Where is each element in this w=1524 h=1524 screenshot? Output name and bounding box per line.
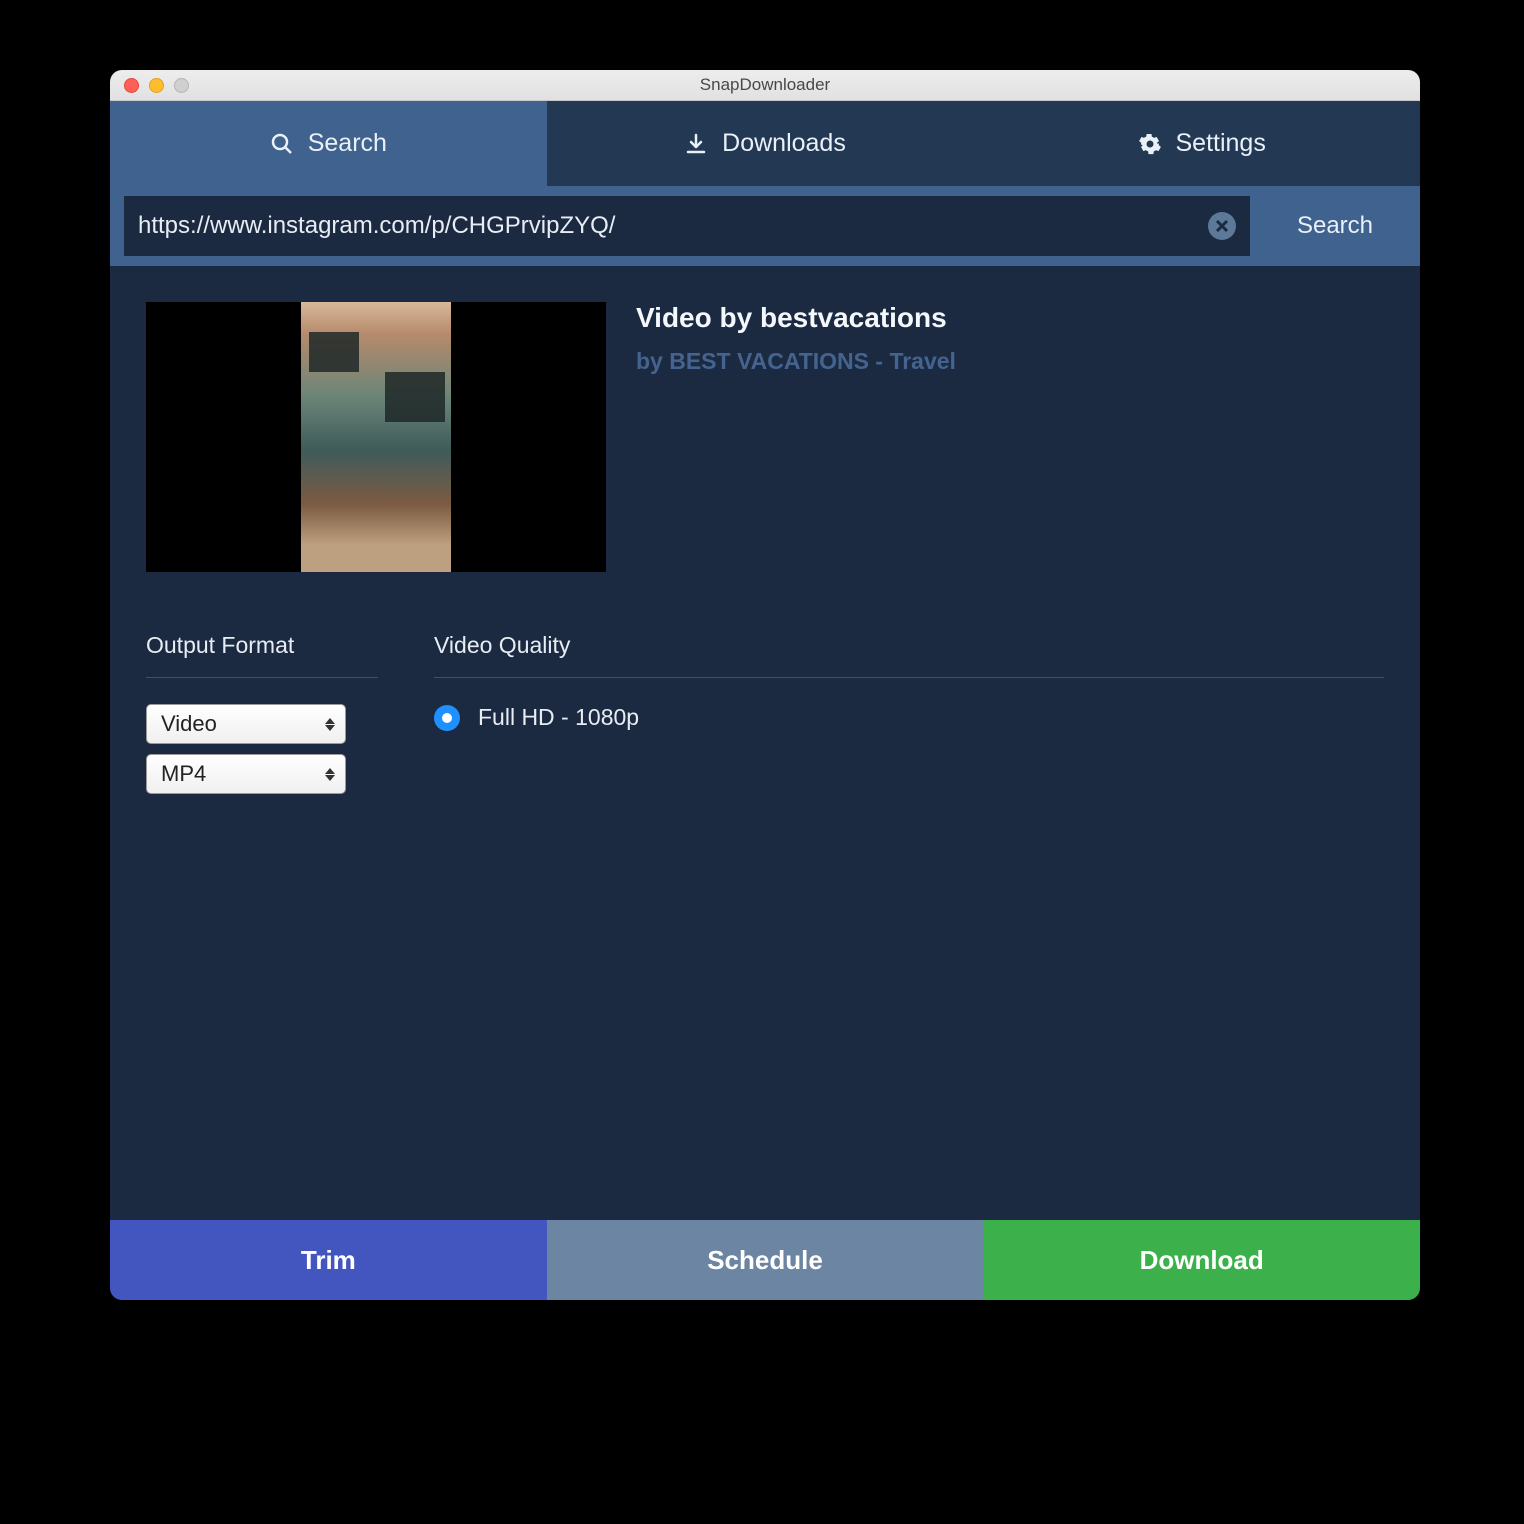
- video-quality-heading: Video Quality: [434, 632, 1384, 678]
- schedule-button[interactable]: Schedule: [547, 1220, 984, 1300]
- format-type-select[interactable]: Video: [146, 704, 346, 744]
- search-bar: Search: [110, 186, 1420, 266]
- tab-search-label: Search: [308, 129, 387, 158]
- window-title: SnapDownloader: [110, 75, 1420, 95]
- video-byline: by BEST VACATIONS - Travel: [636, 348, 956, 375]
- gear-icon: [1138, 132, 1162, 156]
- tab-downloads[interactable]: Downloads: [547, 101, 984, 186]
- options-row: Output Format Video MP4 Video Quality Fu…: [146, 632, 1384, 804]
- quality-option-label: Full HD - 1080p: [478, 704, 639, 731]
- chevron-up-down-icon: [325, 768, 335, 781]
- radio-selected-icon: [434, 705, 460, 731]
- trim-button-label: Trim: [301, 1245, 356, 1276]
- close-icon: [1214, 218, 1230, 234]
- main-tabs: Search Downloads Settings: [110, 101, 1420, 186]
- content-area: Video by bestvacations by BEST VACATIONS…: [110, 266, 1420, 804]
- tab-settings[interactable]: Settings: [983, 101, 1420, 186]
- title-bar: SnapDownloader: [110, 70, 1420, 101]
- url-input-wrap: [124, 196, 1250, 256]
- video-title: Video by bestvacations: [636, 302, 956, 334]
- container-value: MP4: [161, 761, 206, 787]
- download-button[interactable]: Download: [983, 1220, 1420, 1300]
- chevron-up-down-icon: [325, 718, 335, 731]
- tab-downloads-label: Downloads: [722, 129, 846, 158]
- output-format-heading: Output Format: [146, 632, 378, 678]
- app-window: SnapDownloader Search Downloads Settings…: [110, 70, 1420, 1300]
- search-button-label: Search: [1297, 212, 1373, 240]
- format-type-value: Video: [161, 711, 217, 737]
- quality-option-1080p[interactable]: Full HD - 1080p: [434, 704, 1384, 731]
- url-input[interactable]: [138, 212, 1208, 240]
- video-metadata: Video by bestvacations by BEST VACATIONS…: [636, 302, 956, 572]
- video-thumbnail: [146, 302, 606, 572]
- output-format-column: Output Format Video MP4: [146, 632, 378, 804]
- video-quality-column: Video Quality Full HD - 1080p: [434, 632, 1384, 804]
- download-button-label: Download: [1140, 1245, 1264, 1276]
- tab-search[interactable]: Search: [110, 101, 547, 186]
- trim-button[interactable]: Trim: [110, 1220, 547, 1300]
- search-icon: [270, 132, 294, 156]
- tab-settings-label: Settings: [1176, 129, 1266, 158]
- container-select[interactable]: MP4: [146, 754, 346, 794]
- clear-url-button[interactable]: [1208, 212, 1236, 240]
- action-bar: Trim Schedule Download: [110, 1220, 1420, 1300]
- video-info-row: Video by bestvacations by BEST VACATIONS…: [146, 302, 1384, 572]
- search-button[interactable]: Search: [1250, 186, 1420, 266]
- schedule-button-label: Schedule: [707, 1245, 823, 1276]
- download-icon: [684, 132, 708, 156]
